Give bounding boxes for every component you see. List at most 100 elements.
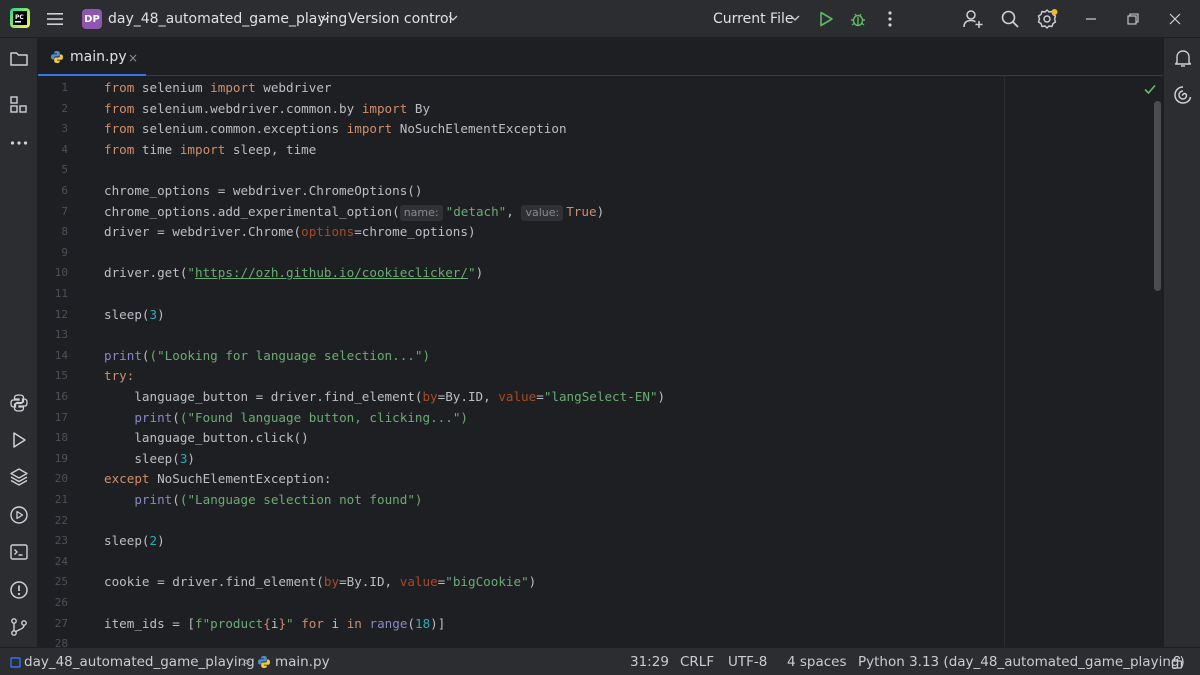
code-line[interactable]: chrome_options.add_experimental_option(n… [104, 202, 604, 222]
identifier: i [323, 615, 347, 631]
terminal-icon[interactable] [8, 541, 30, 563]
search-icon[interactable] [999, 8, 1021, 30]
line-number: 24 [54, 554, 68, 568]
chevron-down-icon[interactable] [448, 13, 458, 23]
line-number: 20 [54, 472, 68, 486]
code-editor[interactable]: 1 2 3 4 5 6 7 8 9 10 11 12 13 14 15 16 1… [38, 76, 1163, 647]
version-control-menu[interactable]: Version control [348, 0, 452, 38]
code-line[interactable]: driver.get( "https://ozh.github.io/cookie… [104, 263, 483, 283]
chevron-down-icon[interactable] [320, 13, 330, 23]
line-number: 7 [61, 204, 68, 218]
keyword-argument: by [422, 389, 438, 404]
module: selenium.common.exceptions [134, 121, 347, 137]
close-window-icon[interactable] [1166, 10, 1184, 28]
code-line[interactable]: cookie = driver.find_element(by=By.ID, v… [104, 572, 536, 592]
code-line[interactable]: print(("Looking for language selection..… [104, 346, 430, 366]
code-line[interactable]: sleep(3) [104, 305, 165, 325]
line-number: 8 [61, 225, 68, 239]
no-problems-check-icon[interactable] [1143, 82, 1157, 96]
code-text: ) [528, 574, 537, 590]
code-text: item_ids = [ [104, 615, 195, 631]
line-number: 6 [61, 184, 68, 197]
line-number: 12 [54, 307, 68, 321]
keyword: from [104, 141, 135, 157]
breadcrumb-file[interactable]: main.py [275, 648, 330, 675]
keyword-argument: value [399, 574, 438, 590]
line-number: 19 [54, 451, 68, 465]
notifications-bell-icon[interactable] [1172, 47, 1194, 69]
number-literal: 18 [415, 615, 431, 631]
code-line[interactable]: driver = webdriver.Chrome(options=chrome… [104, 222, 476, 242]
vertical-scrollbar-thumb[interactable] [1154, 101, 1161, 291]
code-line[interactable]: chrome_options = webdriver.ChromeOptions… [104, 181, 422, 201]
code-line[interactable]: language_button = driver.find_element(by… [104, 387, 665, 407]
line-number: 18 [54, 431, 68, 445]
line-number: 9 [61, 245, 68, 259]
settings-gear-icon[interactable] [1035, 7, 1059, 31]
close-tab-icon[interactable]: × [128, 51, 138, 65]
url-link[interactable]: https://ozh.github.io/cookieclicker/ [195, 265, 468, 280]
line-number: 10 [54, 266, 68, 280]
editor-tab-bar: main.py × [38, 38, 1163, 77]
line-number-gutter[interactable]: 1 2 3 4 5 6 7 8 9 10 11 12 13 14 15 16 1… [38, 76, 88, 647]
code-text: ( [407, 615, 415, 631]
ai-assistant-icon[interactable] [1172, 84, 1194, 106]
code-line[interactable]: print(("Found language button, clicking.… [104, 408, 468, 428]
code-line[interactable]: from selenium.webdriver.common.by import… [104, 99, 430, 119]
code-text: ) [657, 389, 666, 404]
more-actions-icon[interactable] [880, 9, 900, 29]
indentation[interactable]: 4 spaces [787, 648, 847, 675]
code-line[interactable]: from time import sleep, time [104, 140, 316, 160]
project-folder-icon[interactable] [8, 48, 30, 70]
code-line[interactable]: try: [104, 366, 134, 386]
run-configuration-selector[interactable]: Current File [713, 0, 793, 38]
code-line[interactable]: sleep(2) [104, 531, 165, 551]
layers-icon[interactable] [8, 466, 30, 488]
code-line[interactable]: item_ids = [f"product{i}" for i in range… [104, 614, 445, 634]
code-line[interactable]: sleep(3) [104, 449, 195, 469]
debug-icon[interactable] [848, 9, 868, 29]
problems-icon[interactable] [8, 579, 30, 601]
builtin: print [134, 409, 173, 425]
code-text: language_button.click() [104, 430, 309, 446]
more-tool-windows-icon[interactable] [8, 132, 30, 154]
python-interpreter[interactable]: Python 3.13 (day_48_automated_game_playi… [858, 648, 1185, 675]
pycharm-logo-icon[interactable]: PC [10, 8, 30, 28]
git-icon[interactable] [8, 616, 30, 638]
code-line[interactable]: except NoSuchElementException: [104, 469, 331, 489]
code-line[interactable]: from selenium import webdriver [104, 78, 332, 98]
code-line[interactable]: print(("Language selection not found") [104, 490, 422, 510]
line-ending[interactable]: CRLF [680, 648, 714, 675]
minimize-window-icon[interactable] [1082, 10, 1100, 28]
services-icon[interactable] [8, 504, 30, 526]
code-text: = [536, 389, 544, 404]
restore-window-icon[interactable] [1124, 10, 1142, 28]
code-line[interactable]: language_button.click() [104, 428, 309, 448]
run-tool-window-icon[interactable] [8, 429, 30, 451]
line-number: 13 [54, 328, 68, 342]
keyword: import [346, 121, 393, 137]
run-icon[interactable] [816, 9, 836, 29]
line-number: 1 [61, 81, 68, 94]
structure-icon[interactable] [8, 94, 30, 116]
keyword: True [566, 203, 597, 219]
code-text: driver.get( [104, 265, 188, 281]
string-literal: " [467, 265, 476, 281]
breadcrumb-project[interactable]: day_48_automated_game_playing [24, 648, 255, 675]
line-number: 4 [61, 142, 68, 156]
module: selenium [134, 80, 211, 95]
code-with-me-icon[interactable] [962, 8, 984, 30]
keyword: from [104, 80, 135, 95]
lock-icon[interactable] [1170, 655, 1184, 669]
project-name[interactable]: day_48_automated_game_playing [108, 0, 347, 38]
project-badge[interactable]: DP [82, 9, 102, 29]
code-line[interactable]: from selenium.common.exceptions import N… [104, 119, 567, 139]
chevron-down-icon[interactable] [790, 13, 800, 23]
caret-position[interactable]: 31:29 [630, 648, 669, 675]
file-encoding[interactable]: UTF-8 [728, 648, 767, 675]
main-menu-icon[interactable] [44, 8, 66, 30]
python-packages-icon[interactable] [8, 392, 30, 414]
code-text: cookie = driver.find_element( [104, 574, 324, 590]
tab-main-py[interactable]: main.py × [38, 38, 146, 77]
number-literal: 3 [149, 306, 158, 322]
